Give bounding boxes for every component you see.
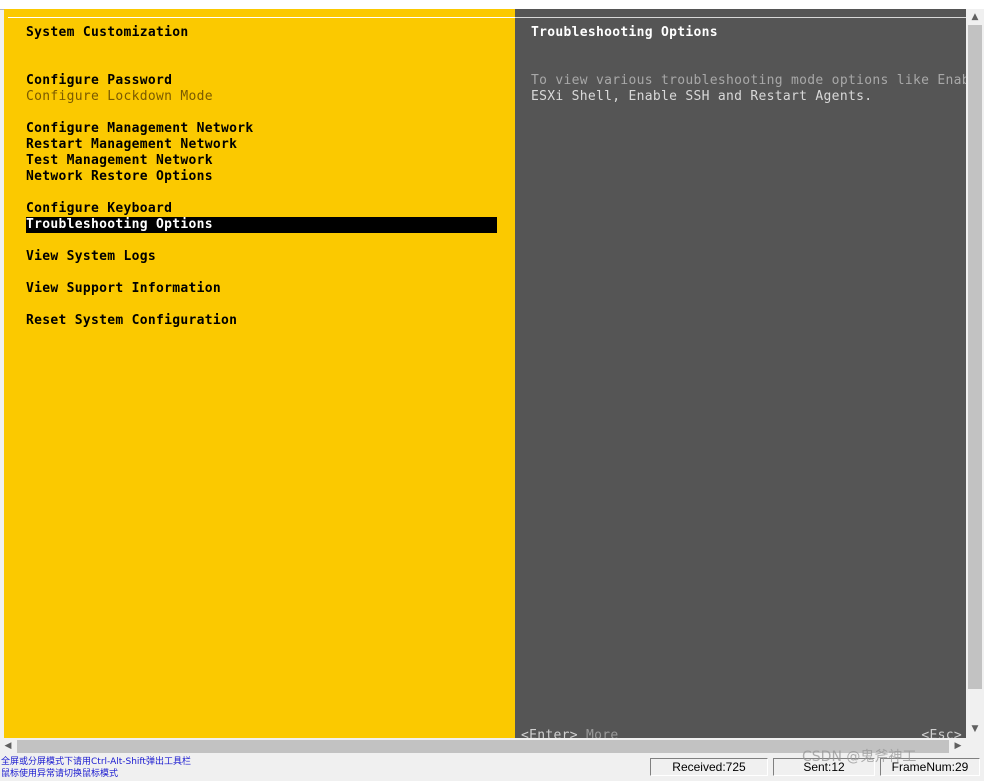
menu-item-test-management-network[interactable]: Test Management Network [26,153,213,169]
mouse-mode-hint: 鼠标使用异常请切换鼠标模式 [1,769,119,779]
enter-key-label: <Enter> [521,728,578,738]
vertical-scrollbar[interactable]: ▲ ▼ [966,9,984,738]
description-line-1: To view various troubleshooting mode opt… [531,73,966,88]
received-count: Received:725 [650,758,768,776]
menu-item-troubleshooting-options[interactable]: Troubleshooting Options [26,217,497,233]
footer-esc-key: <Esc> [921,728,962,738]
menu-item-view-system-logs[interactable]: View System Logs [26,249,156,265]
scroll-down-icon[interactable]: ▼ [966,721,984,737]
scroll-left-icon[interactable]: ◀ [0,738,16,755]
menu-item-configure-management-network[interactable]: Configure Management Network [26,121,254,137]
console-screen[interactable]: System Customization Configure Password … [4,9,966,738]
right-title-divider [515,17,966,18]
watermark: CSDN @鬼斧神工 [802,749,917,765]
menu-item-configure-keyboard[interactable]: Configure Keyboard [26,201,172,217]
menu-item-reset-system-configuration[interactable]: Reset System Configuration [26,313,237,329]
footer-enter-more: <Enter> More [521,728,619,738]
menu-item-configure-password[interactable]: Configure Password [26,73,172,89]
left-panel: System Customization Configure Password … [4,9,515,738]
more-label: More [586,728,619,738]
right-panel-title: Troubleshooting Options [531,25,718,40]
scrollbar-corner [966,738,984,755]
description-line-2: ESXi Shell, Enable SSH and Restart Agent… [531,89,873,104]
vertical-scroll-thumb[interactable] [968,25,982,689]
menu-item-configure-lockdown-mode[interactable]: Configure Lockdown Mode [26,89,213,105]
scroll-right-icon[interactable]: ▶ [950,738,966,755]
menu-item-restart-management-network[interactable]: Restart Management Network [26,137,237,153]
left-panel-title: System Customization [26,25,189,40]
scroll-up-icon[interactable]: ▲ [966,9,984,25]
left-title-divider [8,17,515,18]
right-panel: Troubleshooting Options To view various … [515,9,966,738]
menu-item-view-support-information[interactable]: View Support Information [26,281,221,297]
toolbar-hint: 全屏或分屏模式下请用Ctrl-Alt-Shift弹出工具栏 [1,757,191,767]
menu-item-network-restore-options[interactable]: Network Restore Options [26,169,213,185]
